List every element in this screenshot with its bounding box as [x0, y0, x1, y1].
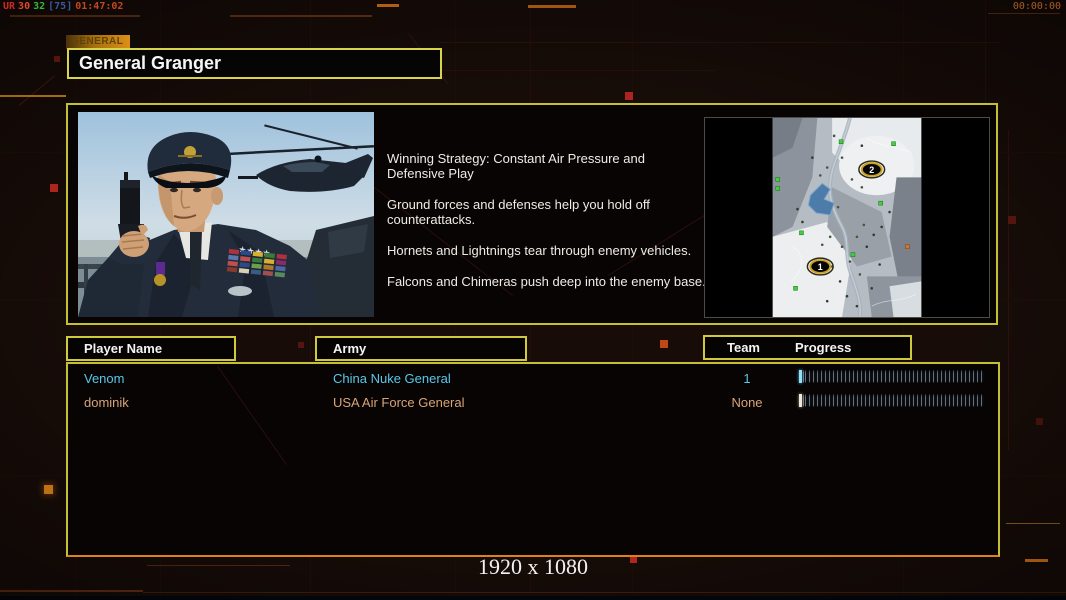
column-header-progress: Progress — [795, 340, 852, 355]
decor-line — [143, 592, 1066, 593]
strategy-paragraph: Ground forces and defenses help you hold… — [387, 197, 650, 227]
decor-line — [0, 596, 1066, 600]
decor-square — [54, 56, 60, 62]
decor-line — [988, 13, 1060, 14]
progress-bar — [799, 394, 985, 407]
decor-line — [1006, 523, 1060, 524]
decor-diagonal — [19, 75, 55, 106]
progress-bar — [799, 370, 985, 383]
general-title-box: General Granger — [67, 48, 442, 79]
general-portrait-illustration: ★★★★ — [78, 112, 374, 317]
strategy-text: Winning Strategy: Constant Air Pressure … — [387, 151, 707, 305]
perf-label: UR — [3, 1, 16, 12]
decor-square — [660, 340, 668, 348]
progress-bar-fill — [799, 370, 802, 383]
decor-square — [298, 342, 304, 348]
progress-bar-fill — [799, 394, 802, 407]
marker-2-label: 2 — [869, 165, 874, 175]
performance-counter: UR 30 32 [75] 01:47:02 — [3, 1, 126, 12]
column-header-team-progress: Team Progress — [703, 335, 912, 360]
general-tab-label: GENERAL — [66, 35, 131, 49]
start-marker-2: 2 — [858, 160, 886, 179]
decor-line — [440, 42, 1000, 43]
column-header-army: Army — [315, 336, 527, 361]
decor-square — [625, 92, 633, 100]
column-header-player-name: Player Name — [66, 336, 236, 361]
player-team: 1 — [743, 371, 751, 386]
general-portrait: ★★★★ — [78, 112, 374, 317]
map-preview-panel: 2 1 — [704, 117, 990, 318]
column-header-team: Team — [727, 340, 760, 355]
player-name: Venom — [84, 371, 125, 386]
strategy-paragraph: Hornets and Lightnings tear through enem… — [387, 243, 692, 258]
minimap: 2 1 — [772, 118, 922, 317]
general-name: General Granger — [79, 53, 222, 73]
decor-line — [0, 95, 66, 97]
resolution-label: 1920 x 1080 — [478, 554, 588, 579]
loading-screen: UR 30 32 [75] 01:47:02 00:00:00 GENERAL Gene… — [0, 0, 1066, 600]
perf-val3: [75] — [48, 1, 73, 12]
decor-line — [230, 15, 372, 17]
decor-line — [1008, 130, 1009, 450]
player-team: None — [731, 395, 763, 410]
player-row: dominik USA Air Force General None — [68, 393, 998, 413]
decor-line — [0, 590, 143, 592]
decor-line — [528, 5, 576, 8]
perf-time: 01:47:02 — [75, 1, 124, 12]
player-name: dominik — [84, 395, 129, 410]
decor-square — [1036, 418, 1043, 425]
decor-line — [10, 15, 140, 17]
start-marker-1: 1 — [806, 257, 834, 276]
general-info-panel: ★★★★ Winning Strategy: Constant Air Pres… — [66, 103, 998, 325]
decor-line — [436, 70, 716, 71]
player-army: China Nuke General — [333, 371, 451, 386]
player-army: USA Air Force General — [333, 395, 465, 410]
decor-square — [50, 184, 58, 192]
perf-fps: 30 — [18, 1, 31, 12]
marker-1-label: 1 — [818, 262, 823, 272]
decor-square — [44, 485, 53, 494]
player-row: Venom China Nuke General 1 — [68, 369, 998, 389]
strategy-paragraph: Falcons and Chimeras push deep into the … — [387, 274, 706, 289]
game-clock: 00:00:00 — [1012, 1, 1061, 12]
players-list-panel: Venom China Nuke General 1 dominik USA A… — [66, 362, 1000, 557]
decor-square — [1008, 216, 1016, 224]
decor-line — [377, 4, 399, 7]
strategy-paragraph: Winning Strategy: Constant Air Pressure … — [387, 151, 645, 181]
perf-val2: 32 — [33, 1, 46, 12]
